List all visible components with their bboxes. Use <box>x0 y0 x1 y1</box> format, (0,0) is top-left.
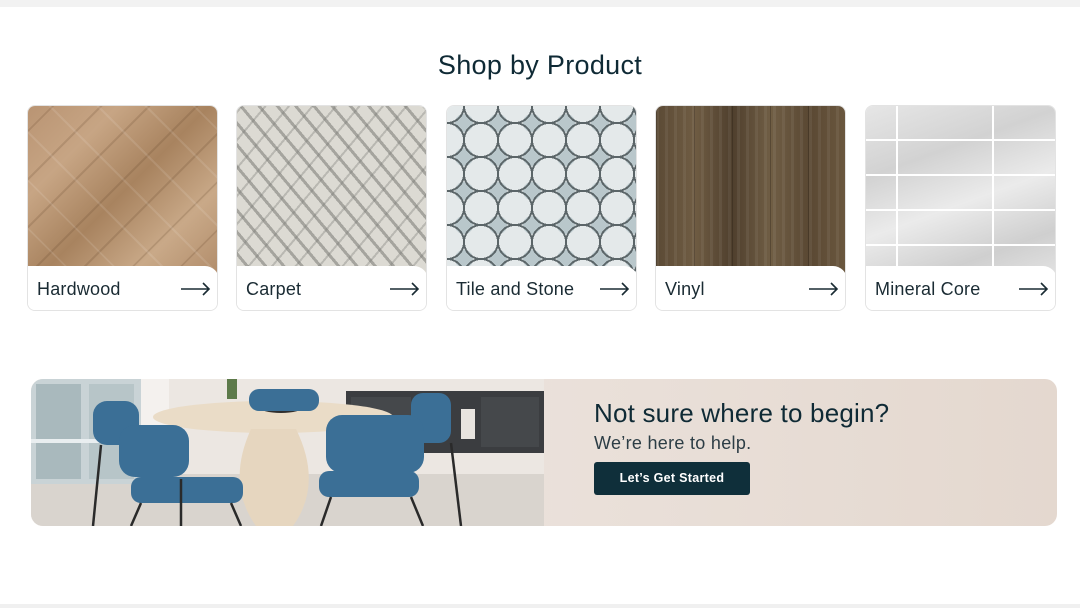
product-card-label-bar: Tile and Stone <box>447 266 636 310</box>
vinyl-image <box>656 106 845 278</box>
arrow-right-icon <box>1019 282 1049 296</box>
product-label-mineral-core: Mineral Core <box>875 278 981 299</box>
promo-subheading: We’re here to help. <box>594 433 752 453</box>
product-card-label-bar: Hardwood <box>28 266 217 310</box>
product-card-label-bar: Carpet <box>237 266 426 310</box>
lets-get-started-button[interactable]: Let’s Get Started <box>594 462 750 495</box>
mineral-core-image <box>866 106 1055 278</box>
top-divider <box>0 0 1080 7</box>
bottom-divider <box>0 604 1080 608</box>
dining-room-photo <box>31 379 544 526</box>
arrow-right-icon <box>809 282 839 296</box>
product-label-hardwood: Hardwood <box>37 278 121 299</box>
tile-and-stone-image <box>447 106 636 278</box>
section-title: Shop by Product <box>437 50 643 80</box>
arrow-right-icon <box>390 282 420 296</box>
carpet-image <box>237 106 426 278</box>
product-card-tile-and-stone[interactable]: Tile and Stone <box>446 105 637 311</box>
product-card-hardwood[interactable]: Hardwood <box>27 105 218 311</box>
product-card-label-bar: Vinyl <box>656 266 845 310</box>
product-label-tile-and-stone: Tile and Stone <box>456 278 575 299</box>
product-card-vinyl[interactable]: Vinyl <box>655 105 846 311</box>
product-card-list: Hardwood Carpet Tile and Stone Vinyl Min… <box>27 105 1057 312</box>
promo-heading: Not sure where to begin? <box>594 398 890 428</box>
product-card-label-bar: Mineral Core <box>866 266 1055 310</box>
product-label-carpet: Carpet <box>246 278 302 299</box>
product-card-carpet[interactable]: Carpet <box>236 105 427 311</box>
promo-text-block: Not sure where to begin? We’re here to h… <box>594 397 1034 495</box>
product-card-mineral-core[interactable]: Mineral Core <box>865 105 1056 311</box>
hardwood-image <box>28 106 217 278</box>
help-promo-banner: Not sure where to begin? We’re here to h… <box>31 379 1057 526</box>
product-label-vinyl: Vinyl <box>665 278 705 299</box>
arrow-right-icon <box>600 282 630 296</box>
arrow-right-icon <box>181 282 211 296</box>
